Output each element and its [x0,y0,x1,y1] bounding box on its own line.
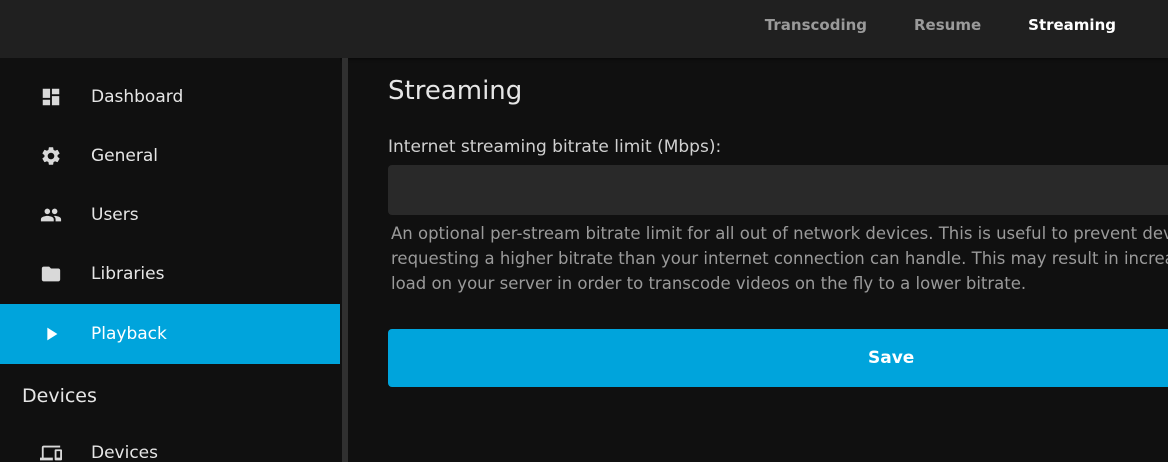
main-content: Streaming Internet streaming bitrate lim… [348,58,1168,462]
gear-icon [40,145,62,167]
users-icon [40,204,62,226]
bitrate-limit-input[interactable] [388,165,1168,215]
sidebar-item-label: Playback [91,324,167,344]
tab-transcoding[interactable]: Transcoding [765,16,867,34]
sidebar-section-devices: Devices [22,385,97,407]
tab-streaming[interactable]: Streaming [1028,16,1116,34]
sidebar-item-playback[interactable]: Playback [0,304,340,364]
sidebar-item-devices[interactable]: Devices [0,423,340,462]
header-tabs: Transcoding Resume Streaming [765,0,1168,50]
sidebar-item-label: Devices [91,442,158,462]
bitrate-limit-label: Internet streaming bitrate limit (Mbps): [388,137,722,157]
top-header: Transcoding Resume Streaming [0,0,1168,58]
sidebar-item-users[interactable]: Users [0,185,340,244]
play-icon [40,323,62,345]
devices-icon [40,442,62,462]
folder-icon [40,263,62,285]
sidebar-item-general[interactable]: General [0,126,340,185]
save-button[interactable]: Save [388,329,1168,387]
sidebar-item-libraries[interactable]: Libraries [0,244,340,303]
page-title: Streaming [388,76,523,106]
bitrate-limit-description: An optional per-stream bitrate limit for… [391,224,1168,293]
sidebar-item-label: Libraries [91,263,165,284]
sidebar-item-label: Users [91,204,139,225]
sidebar-item-dashboard[interactable]: Dashboard [0,67,340,126]
sidebar: Dashboard General Users Libraries Playba… [0,58,340,462]
sidebar-item-label: General [91,145,158,166]
sidebar-item-label: Dashboard [91,86,184,107]
tab-resume[interactable]: Resume [914,16,981,34]
dashboard-icon [40,86,62,108]
